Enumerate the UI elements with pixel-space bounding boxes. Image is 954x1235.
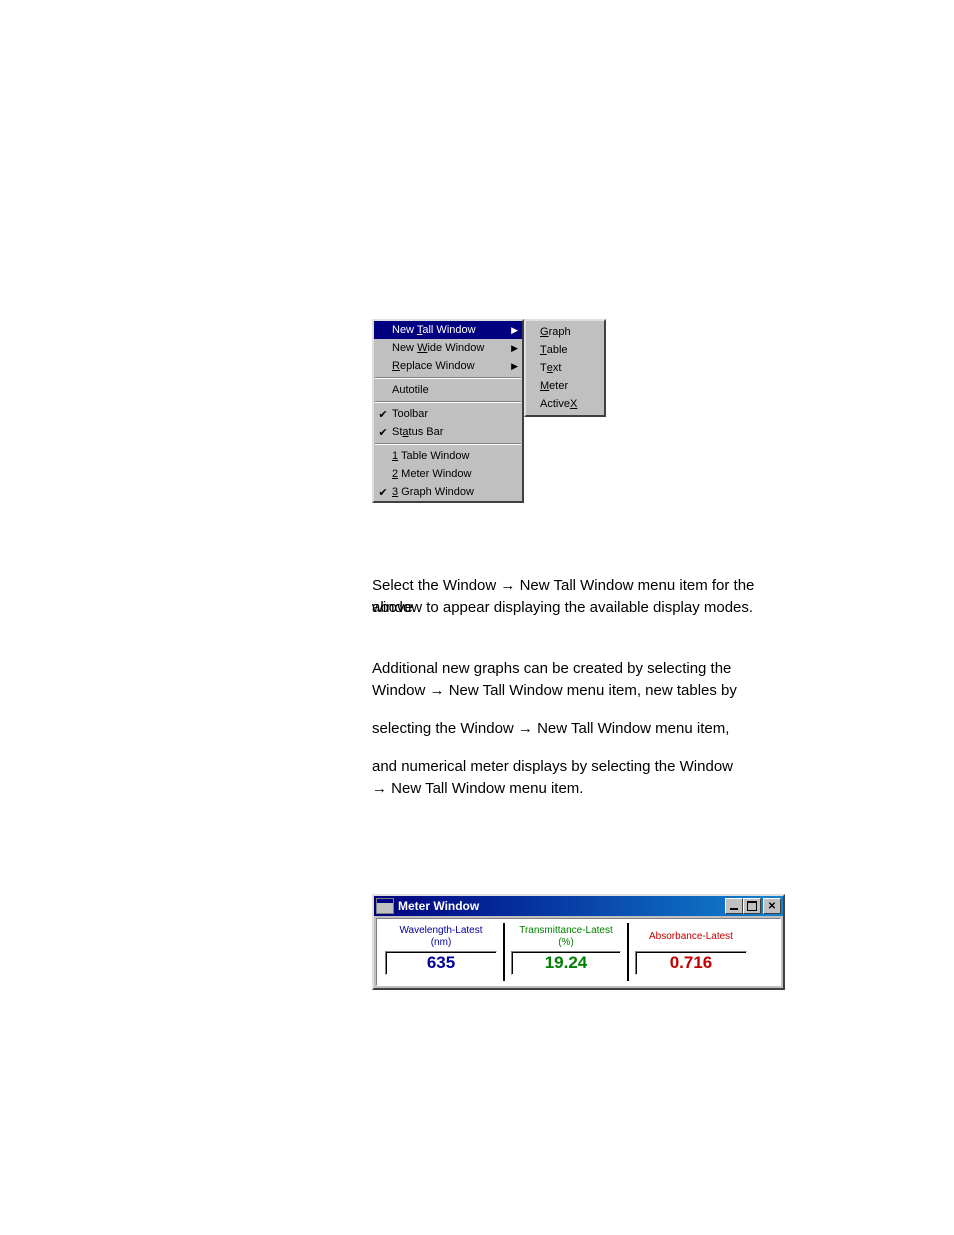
text: window to appear displaying the availabl… — [372, 599, 753, 616]
check-icon: ✔ — [374, 426, 392, 439]
meter-value-box: 635 — [385, 951, 497, 975]
meter-value: 19.24 — [545, 953, 588, 973]
check-icon: ✔ — [374, 486, 392, 499]
close-button[interactable]: ✕ — [763, 898, 781, 914]
meter-cell: Absorbance-Latest 0.716 — [629, 923, 753, 981]
submenu-arrow-icon: ▶ — [506, 343, 518, 354]
meter-value: 0.716 — [670, 953, 713, 973]
paragraph-2d: and numerical meter displays by selectin… — [372, 756, 792, 778]
text: Window — [372, 682, 430, 699]
paragraph-1b: window to appear displaying the availabl… — [372, 597, 792, 619]
menu-item-label: Status Bar — [392, 426, 506, 438]
text: and numerical meter displays by selectin… — [372, 758, 733, 775]
text: New Tall Window menu item, — [533, 720, 729, 737]
menu-item-label: 1 Table Window — [392, 450, 506, 462]
text: New Tall Window menu item, new tables by — [445, 682, 737, 699]
menu-item-label: Toolbar — [392, 408, 506, 420]
menu-item[interactable]: Autotile — [374, 381, 522, 399]
text: Additional new graphs can be created by … — [372, 660, 731, 677]
paragraph-2c: selecting the Window → New Tall Window m… — [372, 718, 792, 740]
meter-window-title: Meter Window — [398, 899, 725, 913]
paragraph-2e: → New Tall Window menu item. — [372, 778, 792, 800]
submenu-item[interactable]: Table — [526, 341, 604, 359]
meter-window-body: Wavelength-Latest(nm) 635 Transmittance-La… — [376, 918, 781, 986]
submenu-item[interactable]: Text — [526, 359, 604, 377]
meter-cell-empty — [753, 923, 776, 981]
menu-item[interactable]: New Tall Window▶ — [374, 321, 522, 339]
menu-item[interactable]: ✔Toolbar — [374, 405, 522, 423]
menu-item-label: 2 Meter Window — [392, 468, 506, 480]
maximize-button[interactable] — [743, 898, 761, 914]
menu-separator — [375, 443, 521, 445]
arrow-icon: → — [518, 720, 533, 737]
meter-cell: Transmittance-Latest(%) 19.24 — [505, 923, 629, 981]
meter-window: Meter Window ✕ Wavelength-Latest(nm) 635 T… — [372, 894, 785, 990]
menu-item[interactable]: 1 Table Window — [374, 447, 522, 465]
menu-item[interactable]: Replace Window▶ — [374, 357, 522, 375]
arrow-icon: → — [430, 682, 445, 699]
menu-item-label: Autotile — [392, 384, 506, 396]
window-menu-screenshot: New Tall Window▶New Wide Window▶Replace … — [372, 319, 524, 503]
minimize-button[interactable] — [725, 898, 743, 914]
meter-value-box: 19.24 — [511, 951, 621, 975]
meter-value-box: 0.716 — [635, 951, 747, 975]
submenu-item[interactable]: Meter — [526, 377, 604, 395]
submenu-item[interactable]: ActiveX — [526, 395, 604, 413]
meter-cell-label: Wavelength-Latest(nm) — [385, 925, 497, 949]
meter-cell-label: Absorbance-Latest — [635, 925, 747, 949]
window-menu-submenu: GraphTableTextMeterActiveX — [524, 319, 606, 417]
menu-item[interactable]: ✔Status Bar — [374, 423, 522, 441]
menu-item[interactable]: 2 Meter Window — [374, 465, 522, 483]
submenu-item[interactable]: Graph — [526, 323, 604, 341]
menu-separator — [375, 401, 521, 403]
menu-item[interactable]: ✔3 Graph Window — [374, 483, 522, 501]
window-menu-main: New Tall Window▶New Wide Window▶Replace … — [372, 319, 524, 503]
menu-item[interactable]: New Wide Window▶ — [374, 339, 522, 357]
menu-item-label: New Wide Window — [392, 342, 506, 354]
text: Select the Window — [372, 577, 500, 594]
meter-cell: Wavelength-Latest(nm) 635 — [381, 923, 505, 981]
submenu-arrow-icon: ▶ — [506, 361, 518, 372]
meter-cell-label: Transmittance-Latest(%) — [511, 925, 621, 949]
arrow-icon: → — [372, 780, 387, 797]
meter-window-titlebar: Meter Window ✕ — [374, 896, 783, 916]
meter-value: 635 — [427, 953, 455, 973]
check-icon: ✔ — [374, 408, 392, 421]
text: selecting the Window — [372, 720, 518, 737]
submenu-arrow-icon: ▶ — [506, 325, 518, 336]
menu-item-label: Replace Window — [392, 360, 506, 372]
menu-separator — [375, 377, 521, 379]
arrow-icon: → — [500, 577, 515, 594]
menu-item-label: New Tall Window — [392, 324, 506, 336]
paragraph-2a: Additional new graphs can be created by … — [372, 658, 792, 680]
menu-item-label: 3 Graph Window — [392, 486, 506, 498]
paragraph-2b: Window → New Tall Window menu item, new … — [372, 680, 792, 702]
text: New Tall Window menu item. — [391, 780, 583, 797]
system-menu-icon[interactable] — [376, 898, 394, 914]
